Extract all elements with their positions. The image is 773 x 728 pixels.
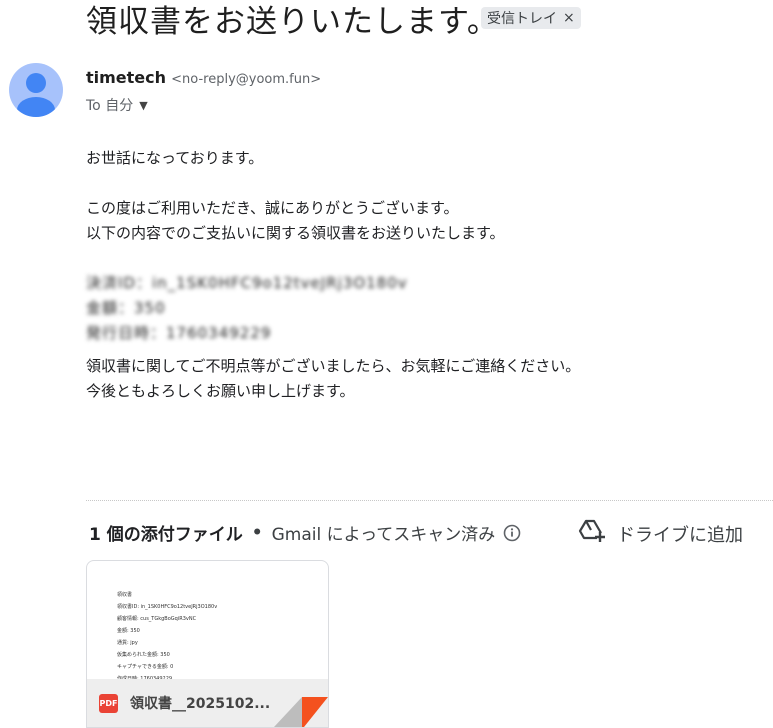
default-avatar-icon[interactable] [9, 63, 63, 117]
attachment-preview: 領収書 領収書ID: in_1SK0HFC9o12tveJRj3O180v 顧客… [117, 589, 217, 685]
inbox-label: 受信トレイ [487, 11, 557, 27]
email-body: お世話になっております。 この度はご利用いただき、誠にありがとうございます。 以… [86, 146, 580, 404]
preview-line: キャプチャできる金額: 0 [117, 664, 174, 670]
contact-text: 領収書に関してご不明点等がございましたら、お気軽にご連絡ください。 [86, 357, 581, 375]
greeting-text: お世話になっております。 [86, 149, 264, 167]
issued-at-text: 発行日時：1760349229 [86, 324, 272, 342]
add-to-drive-label: ドライブに追加 [617, 524, 743, 546]
attachments-divider [86, 500, 773, 501]
caret-down-icon[interactable]: ▼ [139, 99, 147, 112]
recipient-label: To 自分 [86, 98, 134, 114]
scan-status: Gmail によってスキャン済み [271, 525, 496, 545]
page-fold-icon [274, 697, 328, 727]
sender-line: timetech <no-reply@yoom.fun> [86, 68, 321, 87]
preview-line: 金額: 350 [117, 628, 140, 634]
amount-text: 金額：350 [86, 299, 166, 317]
pdf-icon: PDF [99, 693, 118, 713]
inbox-label-chip[interactable]: 受信トレイ × [481, 7, 581, 29]
attachment-filename: 領収書__2025102... [130, 696, 271, 712]
preview-line: 通貨: jpy [117, 640, 138, 646]
sender-email: <no-reply@yoom.fun> [171, 72, 322, 87]
add-to-drive-button[interactable]: ドライブに追加 [577, 518, 743, 549]
preview-line: 仮集められた金額: 350 [117, 652, 170, 658]
preview-line: 顧客情報: cus_TGkgBoGqiR3vNC [117, 616, 197, 622]
remove-label-icon[interactable]: × [563, 10, 575, 26]
preview-line: 領収書 [117, 592, 133, 598]
sender-name[interactable]: timetech [86, 68, 166, 87]
recipient-line: To 自分 ▼ [86, 95, 148, 115]
attachment-count: 1 個の添付ファイル [89, 525, 243, 545]
attachments-header: 1 個の添付ファイル • Gmail によってスキャン済み [89, 520, 521, 545]
payment-id-text: 決済ID：in_1SK0HFC9o12tveJRj3O180v [86, 274, 408, 292]
thanks-text: この度はご利用いただき、誠にありがとうございます。 [86, 199, 459, 217]
closing-text: 今後ともよろしくお願い申し上げます。 [86, 382, 355, 400]
intro-text: 以下の内容でのご支払いに関する領収書をお送りいたします。 [86, 224, 505, 242]
attachment-card[interactable]: 領収書 領収書ID: in_1SK0HFC9o12tveJRj3O180v 顧客… [86, 560, 329, 728]
email-subject: 領収書をお送りいたします。 [86, 4, 499, 40]
separator-dot: • [251, 522, 263, 543]
preview-line: 領収書ID: in_1SK0HFC9o12tveJRj3O180v [117, 604, 218, 610]
info-icon[interactable] [503, 524, 521, 542]
add-to-drive-icon [577, 518, 607, 549]
